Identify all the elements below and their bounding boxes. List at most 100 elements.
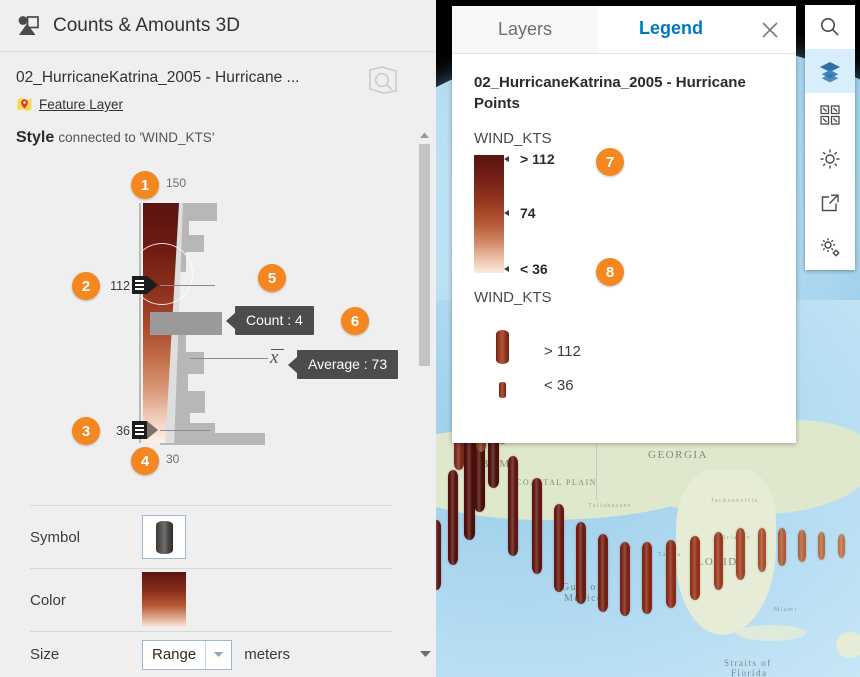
callout-badge-7: 7	[596, 148, 624, 176]
map-label: COASTAL PLAIN	[516, 478, 598, 487]
hurricane-point-cylinder[interactable]	[758, 528, 766, 572]
scroll-up-arrow[interactable]	[419, 130, 430, 141]
hurricane-point-cylinder[interactable]	[620, 542, 630, 616]
ramp-marker-high	[504, 156, 511, 162]
hurricane-point-cylinder[interactable]	[736, 528, 745, 580]
callout-badge-8: 8	[596, 258, 624, 286]
style-connection-row: Style connected to 'WIND_KTS'	[0, 113, 436, 163]
size-label: Size	[30, 646, 60, 663]
size-row: Size Range meters	[30, 631, 392, 677]
style-connection-text: connected to 'WIND_KTS'	[58, 130, 215, 145]
ramp-label-mid: 74	[520, 205, 536, 221]
slider-arc-indicator	[131, 243, 193, 305]
size-units-label: meters	[244, 646, 291, 663]
legend-size-field: WIND_KTS	[474, 289, 552, 306]
symbol-picker[interactable]	[142, 515, 186, 559]
brightness-icon[interactable]	[805, 137, 855, 181]
legend-flyout: Layers Legend 02_HurricaneKatrina_2005 -…	[452, 6, 796, 443]
hurricane-point-cylinder[interactable]	[778, 528, 786, 566]
map-toolbar	[805, 5, 855, 270]
upper-handle-leader	[160, 285, 215, 286]
hurricane-point-cylinder[interactable]	[554, 504, 564, 592]
legend-body: 02_HurricaneKatrina_2005 - Hurricane Poi…	[452, 54, 796, 416]
slider-track[interactable]	[139, 203, 141, 443]
color-label: Color	[30, 591, 66, 609]
callout-badge-1: 1	[131, 171, 159, 199]
legend-layer-title: 02_HurricaneKatrina_2005 - Hurricane Poi…	[474, 74, 746, 112]
hurricane-point-cylinder[interactable]	[798, 530, 806, 562]
map-label: GEORGIA	[648, 449, 708, 461]
hurricane-point-cylinder[interactable]	[436, 520, 441, 590]
flyout-tabs: Layers Legend	[452, 6, 796, 54]
callout-badge-3: 3	[72, 417, 100, 445]
panel-scrollbar[interactable]	[419, 130, 430, 430]
scrollbar-thumb[interactable]	[419, 144, 430, 366]
average-tooltip: Average : 73	[287, 349, 400, 380]
callout-badge-2: 2	[72, 272, 100, 300]
close-icon[interactable]	[744, 6, 796, 53]
zoom-to-layer-icon[interactable]	[366, 64, 400, 96]
legend-size-item-small: < 36	[474, 368, 774, 398]
hurricane-point-cylinder[interactable]	[508, 456, 518, 556]
histogram-bar	[160, 433, 265, 445]
lower-slider-handle[interactable]	[132, 421, 162, 439]
panel-header: Counts & Amounts 3D	[0, 0, 436, 52]
hurricane-point-cylinder[interactable]	[598, 534, 608, 612]
size-mode-select[interactable]: Range	[142, 639, 233, 670]
search-icon[interactable]	[805, 5, 855, 49]
tab-layers[interactable]: Layers	[452, 6, 598, 53]
hurricane-point-cylinder[interactable]	[576, 522, 586, 604]
callout-badge-5: 5	[258, 264, 286, 292]
scroll-down-arrow[interactable]	[419, 648, 431, 659]
ramp-marker-low	[504, 266, 511, 272]
legend-size-label-small: < 36	[544, 377, 574, 394]
ramp-marker-mid	[504, 210, 511, 216]
tab-legend[interactable]: Legend	[598, 6, 744, 53]
lower-handle-value: 36	[116, 424, 130, 438]
feature-layer-link[interactable]: Feature Layer	[39, 97, 123, 112]
land-bahamas	[836, 632, 860, 658]
layers-icon[interactable]	[805, 49, 855, 93]
counts-amounts-3d-icon	[16, 15, 40, 37]
panel-title: Counts & Amounts 3D	[53, 14, 240, 36]
ramp-label-low: < 36	[520, 261, 548, 277]
hurricane-point-cylinder[interactable]	[532, 478, 542, 574]
settings-gears-icon[interactable]	[805, 225, 855, 269]
hurricane-point-cylinder[interactable]	[642, 542, 652, 614]
lower-handle-leader	[160, 430, 210, 431]
callout-badge-6: 6	[341, 307, 369, 335]
cylinder-3d-symbol	[155, 520, 173, 554]
legend-size-item-large: > 112	[474, 320, 774, 364]
average-symbol: x	[270, 347, 285, 368]
symbol-label: Symbol	[30, 528, 81, 546]
layer-title: 02_HurricaneKatrina_2005 - Hurricane ...	[16, 69, 300, 86]
hurricane-point-cylinder[interactable]	[448, 470, 458, 565]
ramp-label-high: > 112	[520, 151, 555, 167]
hurricane-point-cylinder[interactable]	[714, 532, 723, 590]
hurricane-point-cylinder[interactable]	[666, 540, 676, 608]
layer-info: 02_HurricaneKatrina_2005 - Hurricane ...	[0, 52, 436, 113]
land-florida-keys	[736, 625, 806, 641]
basemap-grid-icon[interactable]	[805, 93, 855, 137]
color-ramp-swatch	[474, 155, 504, 273]
count-tooltip: Count : 4	[226, 305, 315, 336]
color-ramp-swatch[interactable]	[142, 572, 186, 628]
cylinder-symbol-small	[498, 382, 506, 398]
histogram-max-label: 150	[166, 176, 187, 190]
upper-slider-handle[interactable]	[132, 276, 162, 294]
feature-layer-row[interactable]: Feature Layer	[16, 96, 420, 113]
hurricane-point-cylinder[interactable]	[818, 532, 825, 560]
average-leader	[190, 358, 268, 359]
style-label: Style	[16, 129, 55, 146]
map-label: Miami	[774, 607, 798, 613]
hurricane-point-cylinder[interactable]	[690, 536, 700, 600]
histogram-min-label: 30	[166, 452, 180, 466]
callout-badge-4: 4	[131, 447, 159, 475]
cylinder-symbol-large	[495, 330, 509, 364]
map-pin-icon	[16, 96, 33, 113]
size-slider-histogram[interactable]: 1 150 2 112 3 36 4 30 5 Count : 4 x 6 Av…	[0, 159, 436, 489]
hurricane-point-cylinder[interactable]	[838, 534, 845, 558]
map-label: Straits of	[724, 658, 772, 668]
share-export-icon[interactable]	[805, 181, 855, 225]
chevron-down-icon[interactable]	[205, 640, 231, 669]
